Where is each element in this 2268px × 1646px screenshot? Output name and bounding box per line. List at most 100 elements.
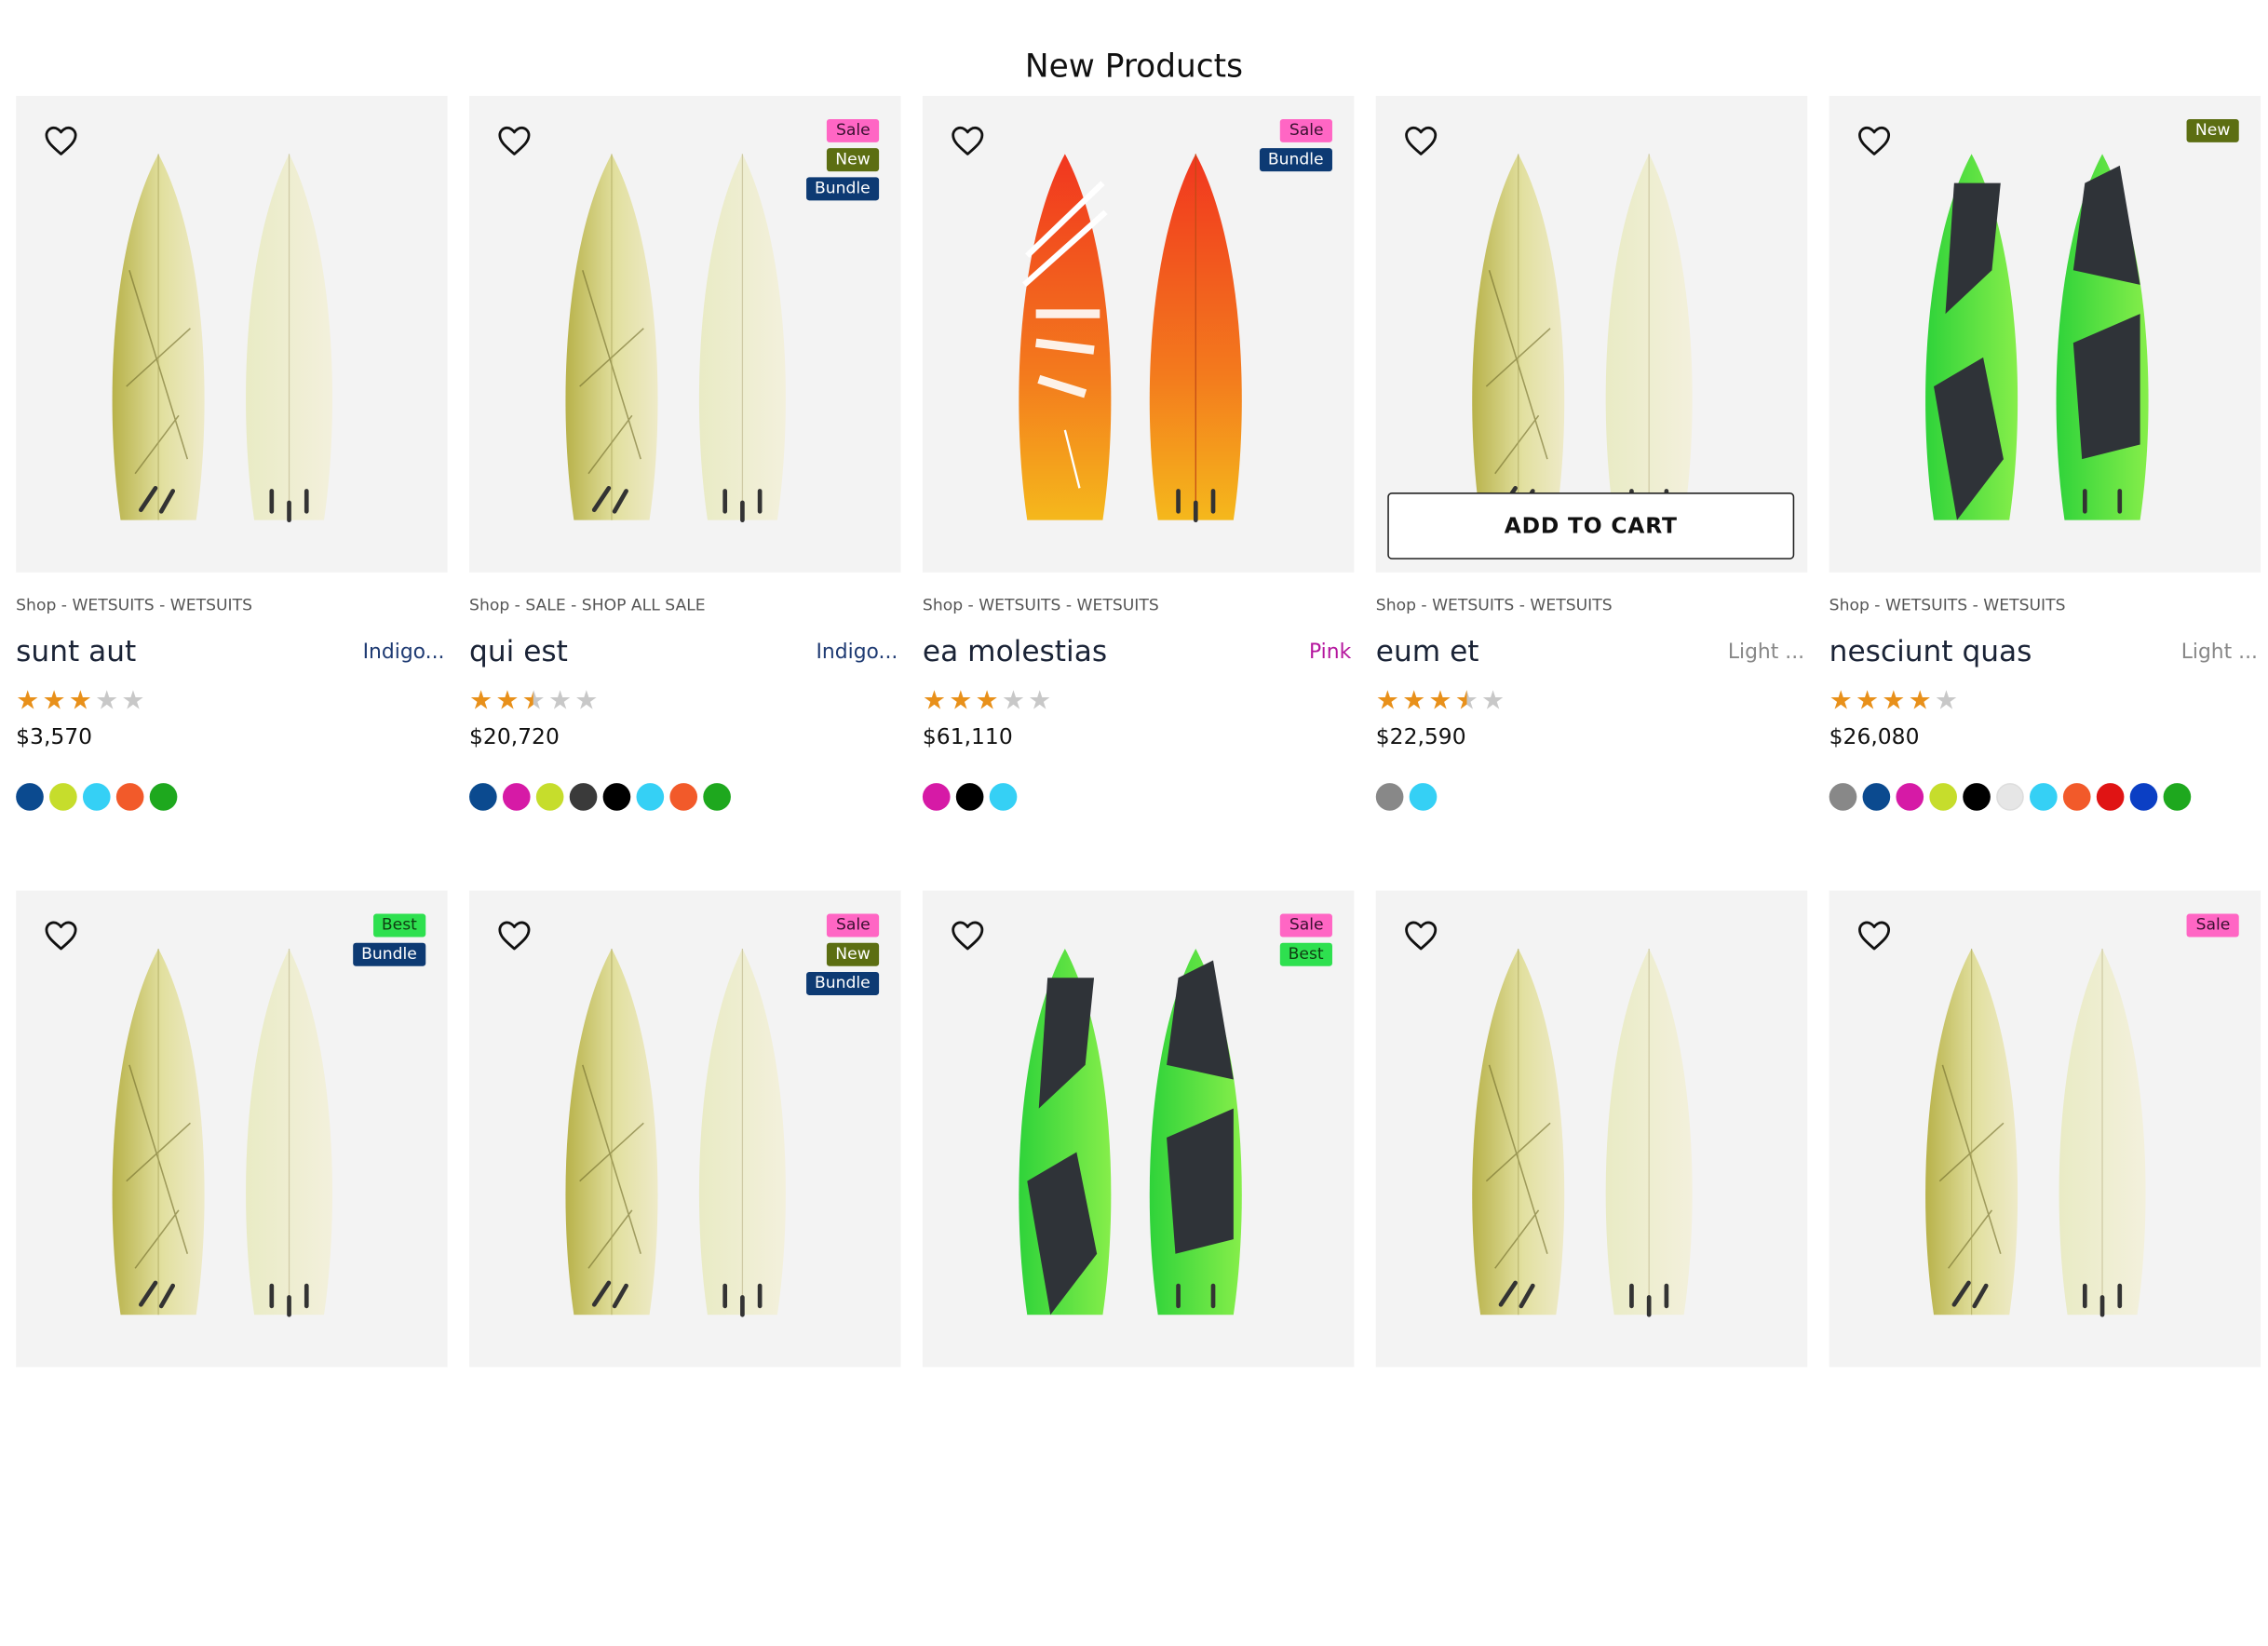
badge-stack: Sale New Bundle — [805, 913, 880, 995]
product-image[interactable]: Sale New Bundle — [469, 95, 901, 573]
product-image[interactable] — [16, 95, 448, 573]
color-swatch[interactable] — [669, 783, 698, 811]
product-image[interactable]: Sale New Bundle — [469, 890, 901, 1368]
color-swatch[interactable] — [1963, 783, 1991, 811]
color-swatch[interactable] — [82, 783, 111, 811]
product-card[interactable]: New Shop - WETSUITS - WETSUITS nesciunt … — [1829, 95, 2261, 851]
product-color-label: Pink — [1308, 641, 1352, 665]
product-card[interactable]: Sale Best — [922, 890, 1355, 1646]
product-name[interactable]: nesciunt quas — [1829, 633, 2032, 668]
product-name[interactable]: ea molestias — [923, 633, 1107, 668]
star-icon: ★ — [16, 685, 40, 717]
product-card[interactable]: ADD TO CART Shop - WETSUITS - WETSUITS eu… — [1375, 95, 1808, 851]
badge-bundle: Bundle — [805, 177, 880, 201]
star-icon: ★ — [1428, 685, 1452, 717]
product-card[interactable] — [1375, 890, 1808, 1646]
color-swatch[interactable] — [1996, 783, 2024, 811]
badge-bundle: Bundle — [1259, 148, 1332, 172]
page: New Products Shop - WETSUITS - WETSUITS … — [0, 0, 2268, 1368]
product-card[interactable]: Sale — [1829, 890, 2261, 1646]
color-swatch[interactable] — [2163, 783, 2192, 811]
color-swatch[interactable] — [1862, 783, 1891, 811]
product-image[interactable] — [1375, 890, 1808, 1368]
heart-icon[interactable] — [44, 920, 78, 951]
color-swatch[interactable] — [989, 783, 1018, 811]
product-card[interactable]: Shop - WETSUITS - WETSUITS sunt aut Indi… — [16, 95, 448, 851]
badge-best: Best — [1279, 942, 1332, 966]
heart-icon[interactable] — [44, 125, 78, 156]
color-swatch[interactable] — [2096, 783, 2125, 811]
star-icon: ★ — [68, 685, 92, 717]
color-swatch[interactable] — [502, 783, 531, 811]
star-icon: ★ — [1481, 685, 1505, 717]
star-icon: ★ — [95, 685, 119, 717]
color-swatch[interactable] — [955, 783, 984, 811]
product-card[interactable]: Sale New Bundle Shop - SALE - SHOP ALL SAL… — [469, 95, 901, 851]
rating-stars: ★ ★ ★ ★ ★ — [1375, 685, 1505, 717]
product-name[interactable]: eum et — [1376, 633, 1479, 668]
product-card[interactable]: Sale New Bundle — [469, 890, 901, 1646]
color-swatch[interactable] — [16, 783, 44, 811]
color-swatch[interactable] — [1375, 783, 1404, 811]
heart-icon[interactable] — [951, 920, 985, 951]
color-swatch[interactable] — [2030, 783, 2058, 811]
product-name[interactable]: sunt aut — [16, 633, 136, 668]
product-card[interactable]: Sale Bundle Shop - WETSUITS - WETSUITS ea… — [922, 95, 1355, 851]
heart-icon[interactable] — [497, 920, 532, 951]
color-swatch[interactable] — [49, 783, 77, 811]
color-swatch[interactable] — [703, 783, 731, 811]
color-swatch[interactable] — [2062, 783, 2091, 811]
heart-icon[interactable] — [1403, 125, 1438, 156]
color-swatch[interactable] — [1929, 783, 1957, 811]
product-category[interactable]: Shop - WETSUITS - WETSUITS — [1829, 596, 2066, 614]
product-name[interactable]: qui est — [469, 633, 568, 668]
badge-stack: Sale — [2187, 913, 2239, 938]
product-color-label: Light ... — [1727, 641, 1805, 665]
badge-sale: Sale — [1280, 913, 1332, 938]
star-icon: ★ — [42, 685, 66, 717]
color-swatches — [1375, 783, 1438, 811]
product-image[interactable]: New — [1829, 95, 2261, 573]
color-swatch[interactable] — [922, 783, 951, 811]
color-swatch[interactable] — [115, 783, 144, 811]
rating-stars: ★ ★ ★ ★ ★ — [922, 685, 1051, 717]
star-icon: ★ — [1375, 685, 1399, 717]
product-price: $61,110 — [922, 723, 1013, 750]
star-icon: ★ — [1882, 685, 1906, 717]
heart-icon[interactable] — [1403, 920, 1438, 951]
product-category[interactable]: Shop - SALE - SHOP ALL SALE — [469, 596, 706, 614]
heart-icon[interactable] — [1856, 920, 1891, 951]
heart-icon[interactable] — [497, 125, 532, 156]
color-swatch[interactable] — [2129, 783, 2158, 811]
color-swatch[interactable] — [1829, 783, 1857, 811]
product-category[interactable]: Shop - WETSUITS - WETSUITS — [923, 596, 1159, 614]
product-category[interactable]: Shop - WETSUITS - WETSUITS — [1376, 596, 1613, 614]
color-swatch[interactable] — [535, 783, 564, 811]
color-swatch[interactable] — [1896, 783, 1924, 811]
color-swatch[interactable] — [149, 783, 178, 811]
product-price: $20,720 — [469, 723, 560, 750]
color-swatch[interactable] — [1409, 783, 1438, 811]
add-to-cart-button[interactable]: ADD TO CART — [1387, 492, 1795, 560]
star-icon: ★ — [1855, 685, 1880, 717]
product-category[interactable]: Shop - WETSUITS - WETSUITS — [16, 596, 252, 614]
color-swatches — [922, 783, 1018, 811]
color-swatch[interactable] — [569, 783, 598, 811]
product-image[interactable]: Sale — [1829, 890, 2261, 1368]
product-image[interactable]: Sale Bundle — [922, 95, 1355, 573]
product-color-label: Indigo... — [816, 641, 898, 665]
product-image[interactable]: Best Bundle — [16, 890, 448, 1368]
color-swatch[interactable] — [602, 783, 631, 811]
color-swatch[interactable] — [636, 783, 665, 811]
star-icon: ★ — [1934, 685, 1959, 717]
color-swatch[interactable] — [469, 783, 497, 811]
star-icon: ★ — [1829, 685, 1853, 717]
color-swatches — [469, 783, 731, 811]
product-image[interactable]: Sale Best — [922, 890, 1355, 1368]
heart-icon[interactable] — [1856, 125, 1891, 156]
star-icon: ★ — [922, 685, 947, 717]
surfboard-image — [1925, 949, 2146, 1317]
badge-best: Best — [372, 913, 426, 938]
product-card[interactable]: Best Bundle — [16, 890, 448, 1646]
heart-icon[interactable] — [951, 125, 985, 156]
